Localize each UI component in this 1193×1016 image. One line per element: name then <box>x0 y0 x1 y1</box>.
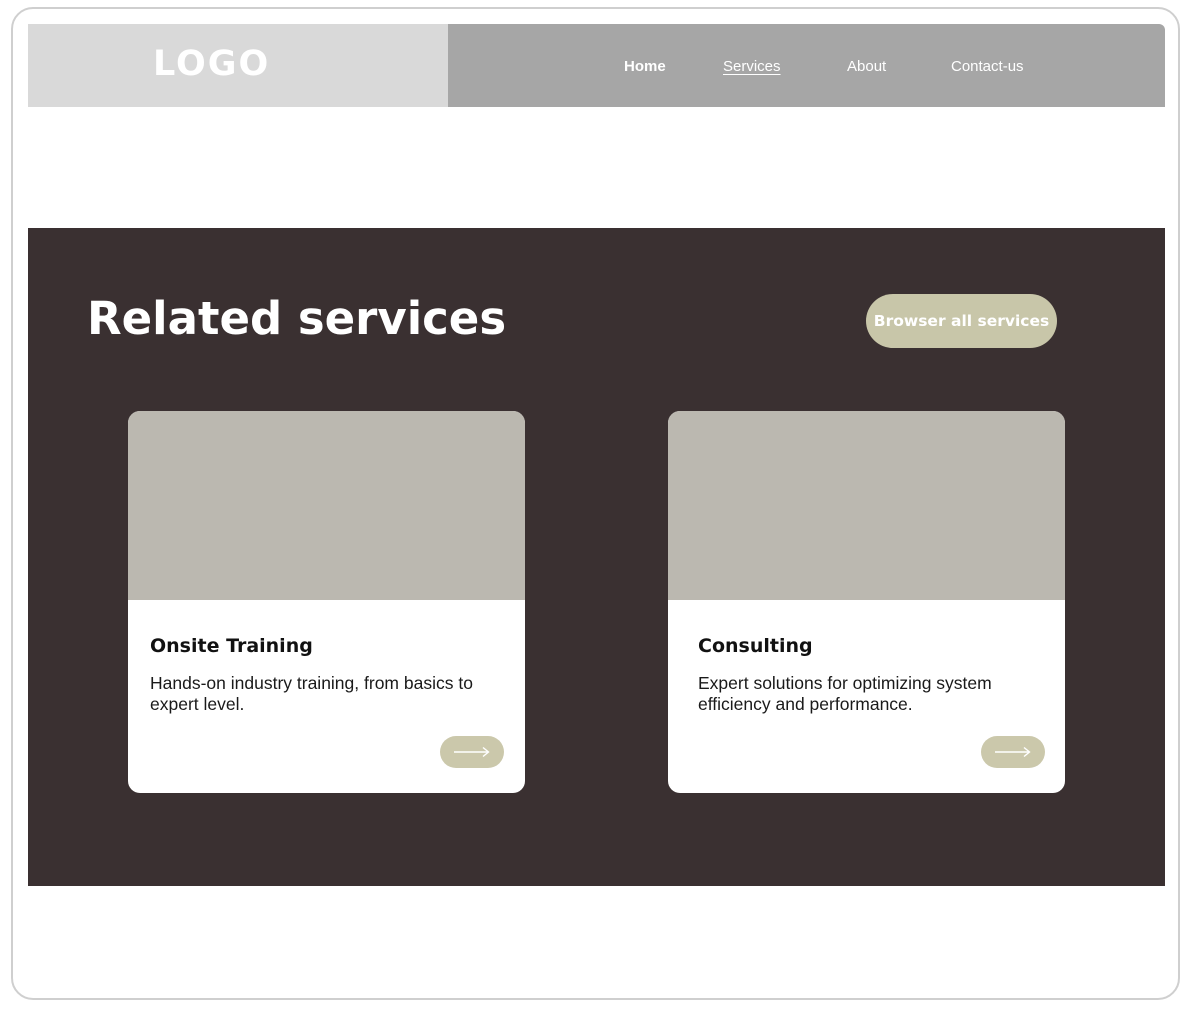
service-card-onsite-training[interactable]: Onsite Training Hands-on industry traini… <box>128 411 525 793</box>
site-header: LOGO Home Services About Contact-us <box>28 24 1165 107</box>
card-title: Onsite Training <box>150 635 313 657</box>
card-description: Hands-on industry training, from basics … <box>150 673 473 714</box>
logo-area: LOGO <box>28 24 448 107</box>
nav-link-about[interactable]: About <box>847 58 886 75</box>
service-card-consulting[interactable]: Consulting Expert solutions for optimizi… <box>668 411 1065 793</box>
card-image-placeholder <box>128 411 525 600</box>
nav-link-home[interactable]: Home <box>624 58 666 75</box>
section-title: Related services <box>87 292 507 345</box>
card-arrow-button[interactable] <box>440 736 504 768</box>
arrow-right-icon <box>454 746 490 758</box>
browse-all-services-button[interactable]: Browser all services <box>866 294 1057 348</box>
nav-link-contact-us[interactable]: Contact-us <box>951 58 1024 75</box>
card-image-placeholder <box>668 411 1065 600</box>
main-nav: Home Services About Contact-us <box>448 24 1165 107</box>
logo[interactable]: LOGO <box>153 44 270 84</box>
arrow-right-icon <box>995 746 1031 758</box>
nav-link-services[interactable]: Services <box>723 58 781 75</box>
card-arrow-button[interactable] <box>981 736 1045 768</box>
card-description: Expert solutions for optimizing system e… <box>698 673 992 714</box>
related-services-section: Related services Browser all services On… <box>28 228 1165 886</box>
card-title: Consulting <box>698 635 813 657</box>
